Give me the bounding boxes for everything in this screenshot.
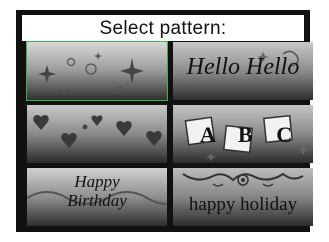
pattern-dialog: Select pattern: Hello Hello A B C Happy … xyxy=(16,10,313,232)
pattern-tile-happy-birthday[interactable]: Happy Birthday xyxy=(27,168,167,226)
pattern-tile-happy-holiday[interactable]: happy holiday xyxy=(173,168,313,226)
title-bar: Select pattern: xyxy=(22,15,304,41)
dialog-title: Select pattern: xyxy=(99,18,227,39)
sparkles-pattern-image xyxy=(27,42,167,100)
pattern-tile-hello[interactable]: Hello Hello xyxy=(173,42,313,100)
abc-blocks-pattern-image xyxy=(173,105,313,163)
happy-birthday-pattern-image xyxy=(27,168,167,226)
hello-pattern-image xyxy=(173,42,313,100)
pattern-tile-abc-blocks[interactable]: A B C xyxy=(173,105,313,163)
hearts-pattern-image xyxy=(27,105,167,163)
happy-holiday-pattern-image xyxy=(173,168,313,226)
pattern-tile-sparkles[interactable] xyxy=(26,41,168,101)
pattern-tile-hearts[interactable] xyxy=(27,105,167,163)
